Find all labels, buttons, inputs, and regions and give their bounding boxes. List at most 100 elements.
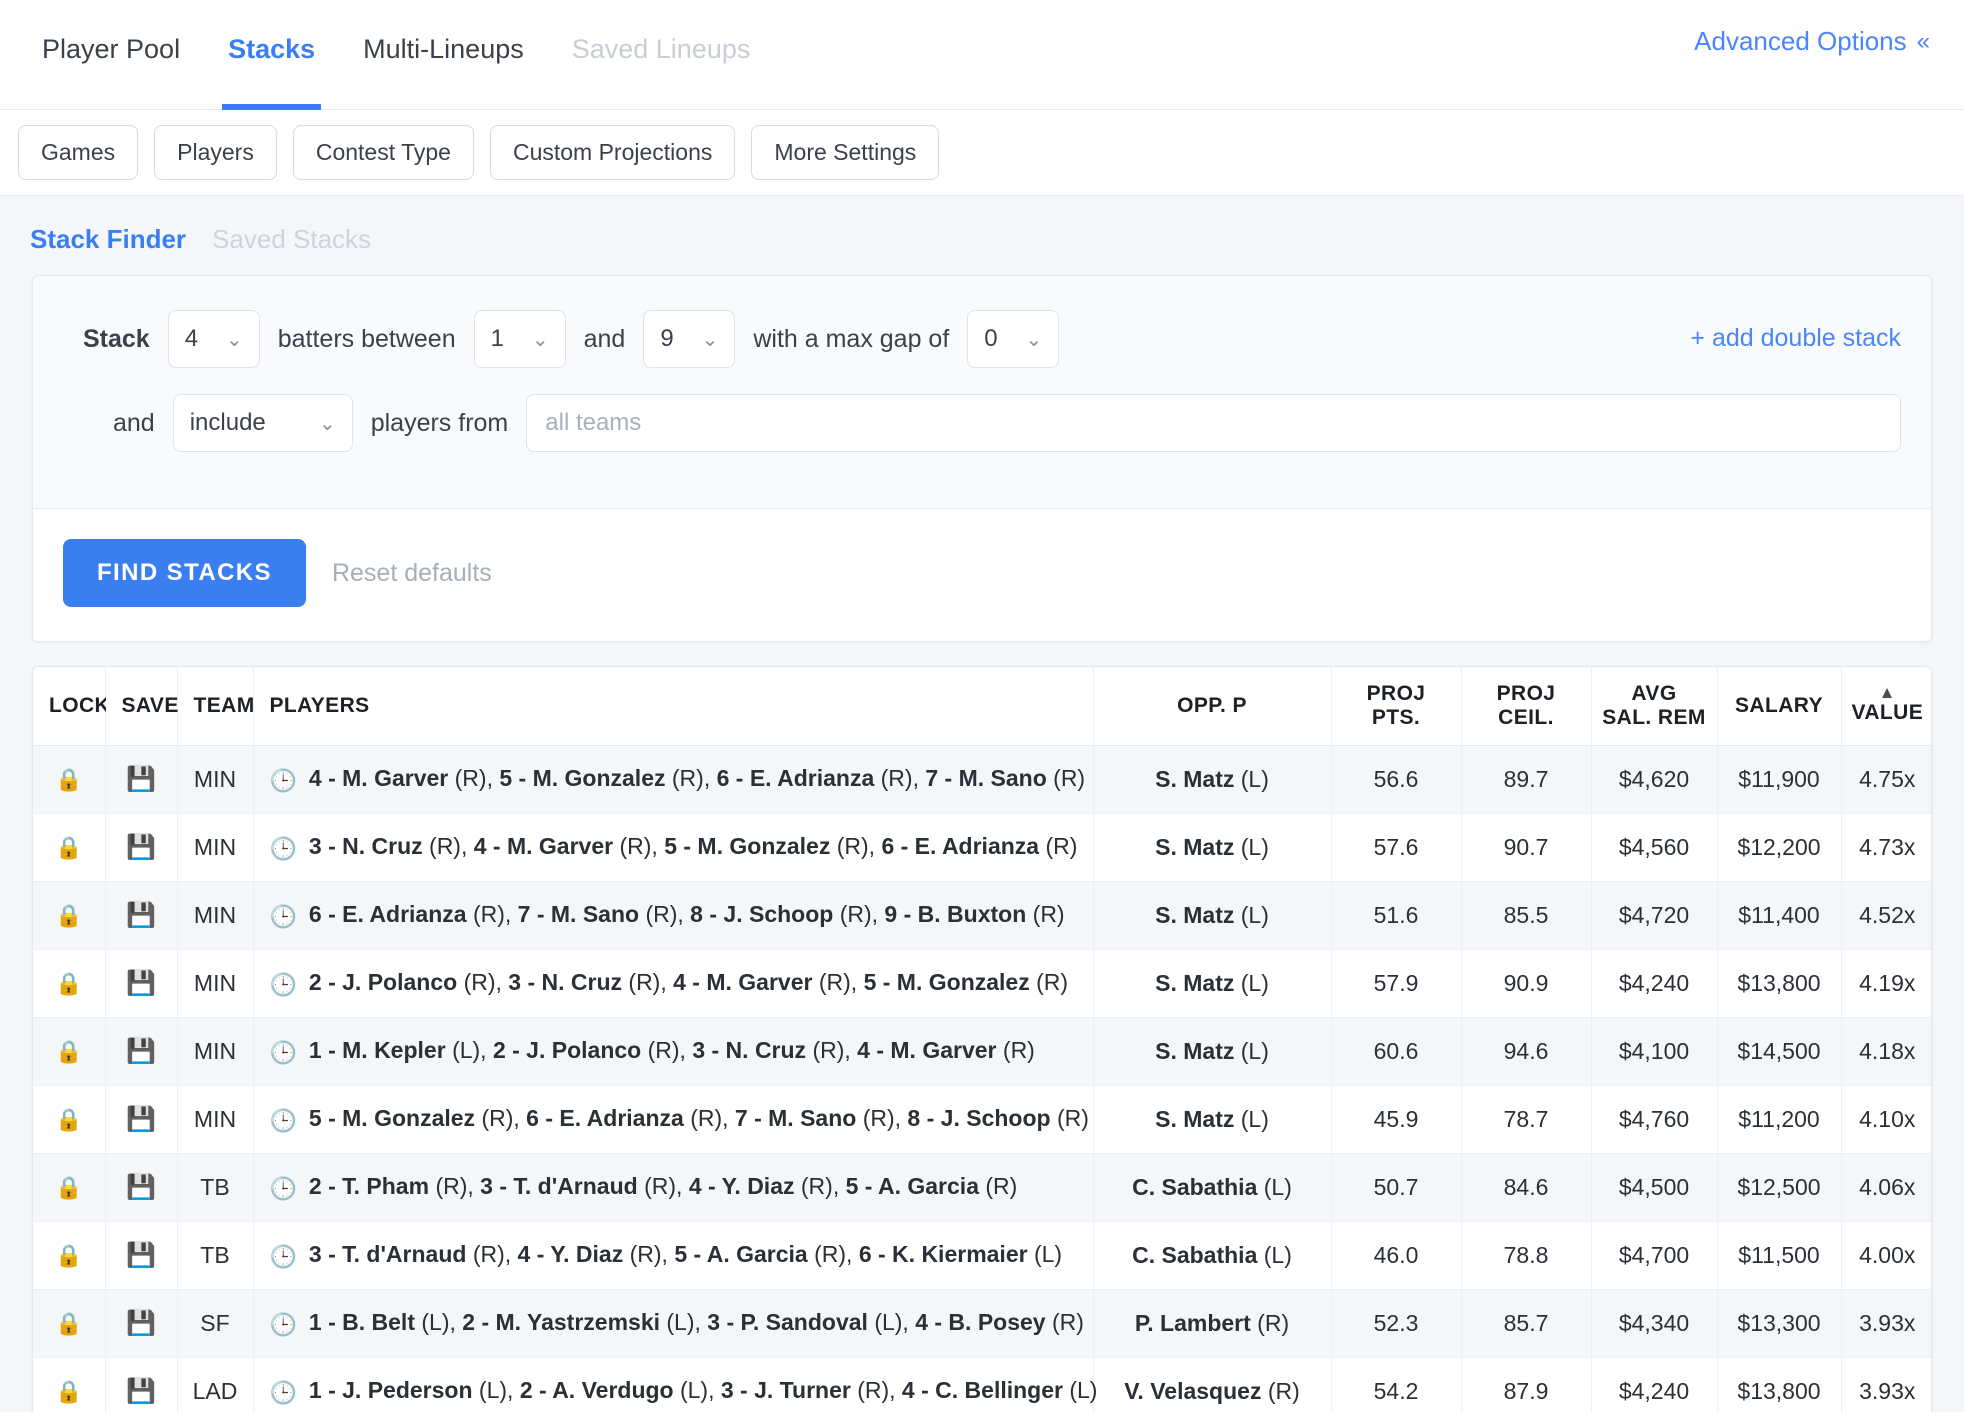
- header-salary[interactable]: SALARY: [1717, 667, 1842, 746]
- subtab-stack-finder[interactable]: Stack Finder: [30, 224, 186, 255]
- tab-saved-lineups[interactable]: Saved Lineups: [548, 0, 775, 110]
- lock-icon[interactable]: 🔒: [55, 1175, 82, 1201]
- header-players[interactable]: PLAYERS: [253, 667, 1094, 746]
- save-cell[interactable]: 💾: [105, 745, 178, 814]
- lock-icon[interactable]: 🔒: [55, 1379, 82, 1405]
- save-cell[interactable]: 💾: [105, 1085, 178, 1154]
- save-cell[interactable]: 💾: [105, 1017, 178, 1086]
- clock-icon[interactable]: 🕒: [270, 1244, 297, 1269]
- filter-more-settings-button[interactable]: More Settings: [751, 125, 940, 180]
- lock-cell[interactable]: 🔒: [33, 1085, 106, 1154]
- range-min-select[interactable]: 1 ⌄: [473, 310, 566, 368]
- save-icon[interactable]: 💾: [126, 1309, 156, 1338]
- range-max-select[interactable]: 9 ⌄: [643, 310, 736, 368]
- save-cell[interactable]: 💾: [105, 949, 178, 1018]
- lock-icon[interactable]: 🔒: [55, 835, 82, 861]
- opponent-pitcher-handedness: (L): [1240, 833, 1269, 860]
- reset-defaults-link[interactable]: Reset defaults: [332, 559, 492, 588]
- value-cell: 3.93x: [1841, 1357, 1931, 1412]
- clock-icon[interactable]: 🕒: [270, 1040, 297, 1065]
- table-row[interactable]: 🔒 💾 TB 🕒 2 - T. Pham (R), 3 - T. d'Arnaud (R…: [33, 1153, 1931, 1222]
- table-row[interactable]: 🔒 💾 MIN 🕒 5 - M. Gonzalez (R), 6 - E. Adrian…: [33, 1085, 1931, 1154]
- clock-icon[interactable]: 🕒: [270, 1108, 297, 1133]
- lock-cell[interactable]: 🔒: [33, 949, 106, 1018]
- lock-icon[interactable]: 🔒: [55, 1107, 82, 1133]
- subtab-saved-stacks[interactable]: Saved Stacks: [212, 224, 371, 255]
- header-proj-pts[interactable]: PROJ PTS.: [1331, 667, 1462, 746]
- include-mode-select[interactable]: include ⌄: [172, 394, 353, 452]
- save-icon[interactable]: 💾: [126, 1377, 156, 1406]
- clock-icon[interactable]: 🕒: [270, 972, 297, 997]
- value-cell: 4.19x: [1841, 949, 1931, 1018]
- save-icon[interactable]: 💾: [126, 1241, 156, 1270]
- save-cell[interactable]: 💾: [105, 1289, 178, 1358]
- table-row[interactable]: 🔒 💾 MIN 🕒 3 - N. Cruz (R), 4 - M. Garver (R)…: [33, 813, 1931, 882]
- clock-icon[interactable]: 🕒: [270, 768, 297, 793]
- lock-icon[interactable]: 🔒: [55, 1311, 82, 1337]
- save-cell[interactable]: 💾: [105, 813, 178, 882]
- advanced-options-toggle[interactable]: Advanced Options «: [1694, 26, 1930, 57]
- table-row[interactable]: 🔒 💾 LAD 🕒 1 - J. Pederson (L), 2 - A. Verdug…: [33, 1357, 1931, 1412]
- save-icon[interactable]: 💾: [126, 1173, 156, 1202]
- save-cell[interactable]: 💾: [105, 1153, 178, 1222]
- save-cell[interactable]: 💾: [105, 881, 178, 950]
- save-icon[interactable]: 💾: [126, 969, 156, 998]
- table-row[interactable]: 🔒 💾 MIN 🕒 1 - M. Kepler (L), 2 - J. Polanco …: [33, 1017, 1931, 1086]
- player-name: 5 - M. Gonzalez: [308, 1104, 482, 1131]
- save-cell[interactable]: 💾: [105, 1357, 178, 1412]
- header-team[interactable]: TEAM: [177, 667, 254, 746]
- lock-cell[interactable]: 🔒: [33, 1017, 106, 1086]
- header-value[interactable]: ▲ VALUE: [1841, 667, 1931, 746]
- tab-stacks[interactable]: Stacks: [204, 0, 339, 110]
- lock-icon[interactable]: 🔒: [55, 1243, 82, 1269]
- teams-input[interactable]: all teams: [526, 394, 1901, 452]
- save-icon[interactable]: 💾: [126, 901, 156, 930]
- clock-icon[interactable]: 🕒: [270, 1380, 297, 1405]
- tab-multi-lineups[interactable]: Multi-Lineups: [339, 0, 548, 110]
- lock-icon[interactable]: 🔒: [55, 1039, 82, 1065]
- lock-cell[interactable]: 🔒: [33, 1289, 106, 1358]
- value-cell: 4.18x: [1841, 1017, 1931, 1086]
- save-icon[interactable]: 💾: [126, 765, 156, 794]
- save-icon[interactable]: 💾: [126, 1037, 156, 1066]
- clock-icon[interactable]: 🕒: [270, 1176, 297, 1201]
- header-save[interactable]: SAVE: [105, 667, 178, 746]
- filter-custom-projections-button[interactable]: Custom Projections: [489, 125, 736, 180]
- player-name: 8 - J. Schoop: [690, 900, 840, 927]
- save-icon[interactable]: 💾: [126, 833, 156, 862]
- clock-icon[interactable]: 🕒: [270, 904, 297, 929]
- lock-cell[interactable]: 🔒: [33, 1357, 106, 1412]
- save-icon[interactable]: 💾: [126, 1105, 156, 1134]
- header-opp-p[interactable]: OPP. P: [1093, 667, 1332, 746]
- proj-ceil-cell: 78.7: [1461, 1085, 1592, 1154]
- table-row[interactable]: 🔒 💾 TB 🕒 3 - T. d'Arnaud (R), 4 - Y. Diaz (R…: [33, 1221, 1931, 1290]
- lock-cell[interactable]: 🔒: [33, 1221, 106, 1290]
- tab-player-pool[interactable]: Player Pool: [18, 0, 204, 110]
- lock-icon[interactable]: 🔒: [55, 903, 82, 929]
- lock-cell[interactable]: 🔒: [33, 881, 106, 950]
- table-row[interactable]: 🔒 💾 MIN 🕒 2 - J. Polanco (R), 3 - N. Cruz (R…: [33, 949, 1931, 1018]
- chevron-down-icon: ⌄: [225, 328, 243, 351]
- filter-contest-type-button[interactable]: Contest Type: [292, 125, 474, 180]
- lock-cell[interactable]: 🔒: [33, 1153, 106, 1222]
- table-row[interactable]: 🔒 💾 MIN 🕒 6 - E. Adrianza (R), 7 - M. Sano (…: [33, 881, 1931, 950]
- table-row[interactable]: 🔒 💾 MIN 🕒 4 - M. Garver (R), 5 - M. Gonzalez…: [33, 745, 1931, 814]
- table-row[interactable]: 🔒 💾 SF 🕒 1 - B. Belt (L), 2 - M. Yastrzemski…: [33, 1289, 1931, 1358]
- save-cell[interactable]: 💾: [105, 1221, 178, 1290]
- filter-players-button[interactable]: Players: [154, 125, 277, 180]
- header-proj-ceil[interactable]: PROJ CEIL.: [1461, 667, 1592, 746]
- stack-size-select[interactable]: 4 ⌄: [167, 310, 260, 368]
- lock-icon[interactable]: 🔒: [55, 767, 82, 793]
- clock-icon[interactable]: 🕒: [270, 1312, 297, 1337]
- max-gap-select[interactable]: 0 ⌄: [967, 310, 1060, 368]
- lock-cell[interactable]: 🔒: [33, 813, 106, 882]
- header-lock[interactable]: LOCK: [33, 667, 110, 746]
- filter-games-button[interactable]: Games: [18, 125, 139, 180]
- find-stacks-button[interactable]: FIND STACKS: [63, 539, 306, 607]
- lock-icon[interactable]: 🔒: [55, 971, 82, 997]
- add-double-stack-link[interactable]: + add double stack: [1690, 324, 1901, 353]
- header-avg-sal-rem[interactable]: AVG SAL. REM: [1591, 667, 1718, 746]
- lock-cell[interactable]: 🔒: [33, 745, 106, 814]
- clock-icon[interactable]: 🕒: [270, 836, 297, 861]
- player-name: 3 - P. Sandoval: [707, 1308, 875, 1335]
